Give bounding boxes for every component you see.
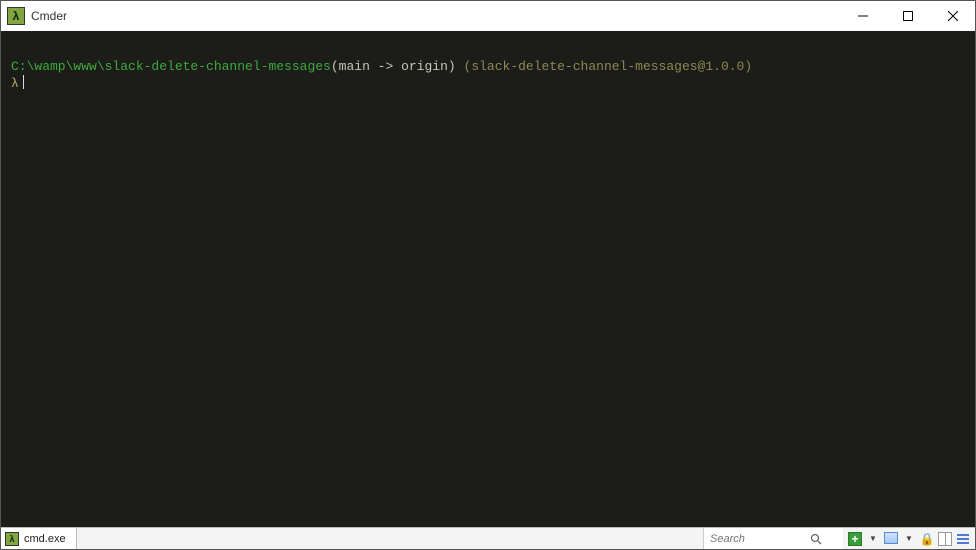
statusbar-spacer [77, 528, 703, 549]
prompt-symbol: λ [11, 76, 19, 91]
terminal-output[interactable]: C:\wamp\www\slack-delete-channel-message… [1, 31, 975, 527]
branch-text: main -> origin [339, 59, 448, 74]
branch-close: ) [448, 59, 456, 74]
close-button[interactable] [930, 1, 975, 31]
statusbar: λ cmd.exe + ▼ ▼ 🔒 [1, 527, 975, 549]
search-icon[interactable] [808, 531, 824, 547]
minimize-button[interactable] [840, 1, 885, 31]
search-input[interactable] [708, 532, 808, 546]
tab-label: cmd.exe [24, 533, 66, 545]
prompt-path: C:\wamp\www\slack-delete-channel-message… [11, 59, 331, 74]
show-consoles-dropdown[interactable]: ▼ [901, 531, 917, 547]
package-info: (slack-delete-channel-messages@1.0.0) [464, 59, 753, 74]
console-tab[interactable]: λ cmd.exe [1, 528, 77, 549]
titlebar[interactable]: λ Cmder [1, 1, 975, 31]
statusbar-toolbar: + ▼ ▼ 🔒 [843, 528, 975, 549]
show-consoles-button[interactable] [883, 531, 899, 547]
branch-open: ( [331, 59, 339, 74]
lambda-icon: λ [5, 532, 19, 546]
app-icon: λ [7, 7, 25, 25]
new-console-dropdown[interactable]: ▼ [865, 531, 881, 547]
cursor [23, 75, 24, 89]
app-window: λ Cmder C:\wamp\www\slack-delete-channel… [0, 0, 976, 550]
lock-icon[interactable]: 🔒 [919, 531, 935, 547]
window-controls [840, 1, 975, 31]
maximize-button[interactable] [885, 1, 930, 31]
window-title: Cmder [31, 9, 67, 23]
split-panes-button[interactable] [937, 531, 953, 547]
new-console-button[interactable]: + [847, 531, 863, 547]
search-box[interactable] [703, 528, 843, 549]
menu-button[interactable] [955, 531, 971, 547]
